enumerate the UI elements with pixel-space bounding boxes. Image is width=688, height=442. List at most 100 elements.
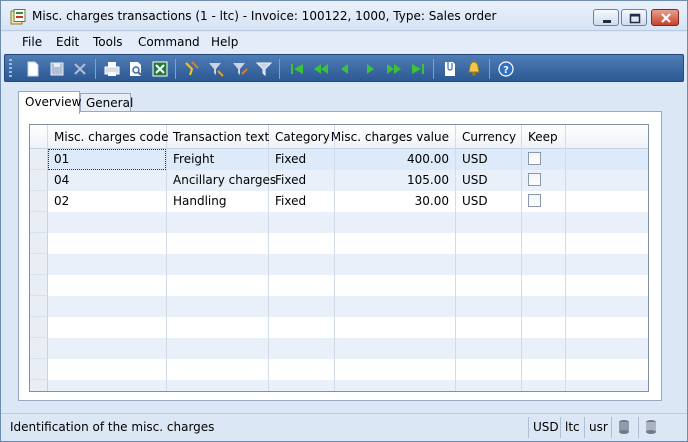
save-icon[interactable] xyxy=(47,59,67,79)
row-selector[interactable] xyxy=(30,380,48,391)
cell-code[interactable]: 04 xyxy=(48,170,167,191)
empty-table-row[interactable] xyxy=(30,233,648,254)
cell-keep[interactable] xyxy=(522,149,566,170)
cell-value[interactable] xyxy=(335,275,456,296)
cell-text[interactable] xyxy=(167,296,269,317)
column-header-keep[interactable]: Keep xyxy=(522,125,566,149)
cell-keep[interactable] xyxy=(522,254,566,275)
close-button[interactable] xyxy=(651,9,679,26)
empty-table-row[interactable] xyxy=(30,212,648,233)
row-selector-header[interactable] xyxy=(30,125,48,149)
cell-currency[interactable] xyxy=(456,275,522,296)
print-icon[interactable] xyxy=(102,59,122,79)
cell-text[interactable] xyxy=(167,380,269,391)
cell-keep[interactable] xyxy=(522,191,566,212)
empty-table-row[interactable] xyxy=(30,254,648,275)
help-icon[interactable]: ? xyxy=(496,59,516,79)
alert-icon[interactable] xyxy=(464,59,484,79)
cell-keep[interactable] xyxy=(522,338,566,359)
cell-currency[interactable] xyxy=(456,380,522,391)
remove-filter-icon[interactable] xyxy=(254,59,274,79)
first-record-icon[interactable] xyxy=(287,59,307,79)
print-preview-icon[interactable] xyxy=(126,59,146,79)
cell-keep[interactable] xyxy=(522,380,566,391)
row-selector[interactable] xyxy=(30,170,48,191)
cell-text[interactable] xyxy=(167,254,269,275)
filter-by-selection-icon[interactable] xyxy=(206,59,226,79)
row-selector[interactable] xyxy=(30,212,48,233)
cell-currency[interactable] xyxy=(456,317,522,338)
table-row[interactable]: 04 Ancillary charges Fixed 105.00 USD xyxy=(30,170,648,191)
column-header-category[interactable]: Category xyxy=(269,125,335,149)
cell-code[interactable] xyxy=(48,275,167,296)
cell-code[interactable] xyxy=(48,212,167,233)
cell-category[interactable] xyxy=(269,275,335,296)
cell-currency[interactable] xyxy=(456,212,522,233)
empty-table-row[interactable] xyxy=(30,359,648,380)
toolbar-grip[interactable] xyxy=(9,59,12,79)
filter-by-field-icon[interactable] xyxy=(182,59,202,79)
status-db-icon[interactable] xyxy=(611,417,637,438)
column-header-value[interactable]: Misc. charges value xyxy=(331,125,456,149)
cell-currency[interactable] xyxy=(456,359,522,380)
cell-currency[interactable] xyxy=(456,338,522,359)
row-selector[interactable] xyxy=(30,296,48,317)
status-layer[interactable]: usr xyxy=(584,417,610,438)
menu-command[interactable]: Command xyxy=(138,35,200,49)
cell-value[interactable] xyxy=(335,233,456,254)
export-excel-icon[interactable] xyxy=(150,59,170,79)
cell-text[interactable]: Ancillary charges xyxy=(167,170,276,191)
cell-keep[interactable] xyxy=(522,317,566,338)
row-selector[interactable] xyxy=(30,317,48,338)
cell-keep[interactable] xyxy=(522,359,566,380)
empty-table-row[interactable] xyxy=(30,380,648,391)
cell-value[interactable]: 105.00 xyxy=(335,170,456,191)
cell-currency[interactable] xyxy=(456,254,522,275)
keep-checkbox[interactable] xyxy=(528,173,541,186)
table-row[interactable]: 02 Handling Fixed 30.00 USD xyxy=(30,191,648,212)
cell-value[interactable] xyxy=(335,317,456,338)
cell-currency[interactable] xyxy=(456,296,522,317)
column-header-code[interactable]: Misc. charges code xyxy=(48,125,168,149)
previous-page-icon[interactable] xyxy=(311,59,331,79)
cell-code[interactable] xyxy=(48,254,167,275)
cell-code[interactable] xyxy=(48,380,167,391)
cell-keep[interactable] xyxy=(522,170,566,191)
advanced-filter-icon[interactable] xyxy=(230,59,250,79)
last-record-icon[interactable] xyxy=(408,59,428,79)
cell-value[interactable] xyxy=(335,380,456,391)
cell-code[interactable] xyxy=(48,296,167,317)
menu-file[interactable]: File xyxy=(22,35,42,49)
cell-category[interactable] xyxy=(269,359,335,380)
cell-category[interactable]: Fixed xyxy=(269,149,335,170)
previous-record-icon[interactable] xyxy=(335,59,355,79)
row-selector[interactable] xyxy=(30,233,48,254)
cell-text[interactable] xyxy=(167,359,269,380)
cell-keep[interactable] xyxy=(522,233,566,254)
cell-keep[interactable] xyxy=(522,296,566,317)
empty-table-row[interactable] xyxy=(30,317,648,338)
row-selector[interactable] xyxy=(30,191,48,212)
cell-category[interactable] xyxy=(269,254,335,275)
empty-table-row[interactable] xyxy=(30,275,648,296)
cell-code[interactable] xyxy=(48,317,167,338)
column-header-currency[interactable]: Currency xyxy=(456,125,522,149)
table-row[interactable]: 01 Freight Fixed 400.00 USD xyxy=(30,149,648,170)
status-session-icon[interactable] xyxy=(638,417,664,438)
menu-tools[interactable]: Tools xyxy=(93,35,123,49)
cell-text[interactable] xyxy=(167,317,269,338)
next-record-icon[interactable] xyxy=(360,59,380,79)
cell-text[interactable] xyxy=(167,233,269,254)
row-selector[interactable] xyxy=(30,275,48,296)
title-bar[interactable]: Misc. charges transactions (1 - ltc) - I… xyxy=(1,1,687,31)
cell-text[interactable] xyxy=(167,212,269,233)
column-header-text[interactable]: Transaction text xyxy=(167,125,269,149)
cell-value[interactable] xyxy=(335,254,456,275)
cell-category[interactable] xyxy=(269,296,335,317)
cell-category[interactable] xyxy=(269,233,335,254)
cell-value[interactable] xyxy=(335,296,456,317)
document-handling-icon[interactable] xyxy=(440,59,460,79)
cell-code[interactable] xyxy=(48,359,167,380)
empty-table-row[interactable] xyxy=(30,338,648,359)
cell-text[interactable]: Handling xyxy=(167,191,269,212)
